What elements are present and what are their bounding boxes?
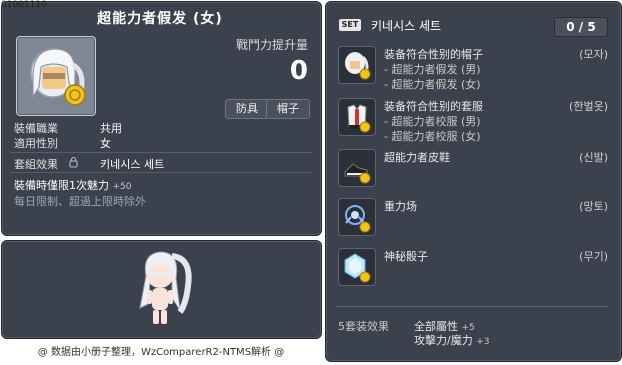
item-title: 超能力者假发 (女) [97, 11, 223, 27]
job-value: 共用 [100, 122, 122, 135]
set-name: 키네시스 세트 [371, 19, 442, 33]
set-item-name: 重力场 [384, 200, 417, 213]
divider [10, 172, 312, 173]
set-item-slot: (모자) [579, 48, 608, 61]
set-item-slot: (한벌옷) [569, 100, 608, 113]
set-item-name: 装备符合性别的套服 [384, 100, 483, 113]
set-item-name: 超能力者皮鞋 [384, 151, 450, 164]
set-effect-value[interactable]: 키네시스 세트 [100, 156, 164, 172]
set-item-slot: (신발) [579, 151, 608, 164]
gender-label: 適用性別 [14, 137, 58, 150]
set-item-overall[interactable]: 装备符合性别的套服 - 超能力者校服 (男) - 超能力者校服 (女) (한벌옷… [338, 98, 608, 148]
wig-icon [338, 46, 376, 84]
combat-power-value: 0 [289, 56, 308, 86]
wig-icon [30, 48, 86, 106]
set-item-weapon[interactable]: 神秘骰子 (무기) [338, 248, 608, 286]
set-item-name: 装备符合性别的帽子 [384, 48, 483, 61]
charm-bonus-text: 裝備時僅限1次魅力 [14, 179, 109, 192]
set-item-cape[interactable]: 重力场 (망토) [338, 198, 608, 236]
dice-icon [338, 248, 376, 286]
combat-power-label: 戰鬥力提升量 [235, 38, 308, 52]
uniform-icon [338, 98, 376, 136]
set-item-sub: - 超能力者假发 (男) [384, 63, 481, 76]
daily-limit-note: 每日限制、超過上限時除外 [14, 195, 146, 208]
set-effect-label: 套組效果 [14, 158, 58, 171]
effect-value: +3 [476, 337, 490, 347]
set-item-slot: (망토) [579, 200, 608, 213]
set-item-slot: (무기) [579, 250, 608, 263]
character-sprite [139, 251, 192, 324]
item-icon-frame [16, 36, 96, 116]
set-item-sub: - 超能力者校服 (女) [384, 130, 481, 143]
set-item-hat[interactable]: 装备符合性别的帽子 - 超能力者假发 (男) - 超能力者假发 (女) (모자) [338, 46, 608, 96]
effect-text: 攻擊力/魔力 [414, 334, 473, 347]
set-effect-count-label: 5套装效果 [338, 320, 389, 333]
set-count: 0 / 5 [554, 17, 608, 37]
avatar-preview [122, 246, 198, 335]
charm-bonus: 裝備時僅限1次魅力 +50 [14, 177, 132, 193]
credit-footer: @ 数据由小册子整理，WzComparerR2-NTMS解析 @ [37, 347, 285, 358]
tag-armor: 防具 [225, 99, 269, 119]
set-badge: SET [339, 19, 361, 31]
set-item-shoes[interactable]: 超能力者皮鞋 (신발) [338, 149, 608, 187]
cape-icon [338, 198, 376, 236]
gender-value: 女 [100, 137, 111, 150]
lock-icon [69, 157, 78, 171]
divider [336, 306, 608, 307]
set-item-sub: - 超能力者假发 (女) [384, 78, 481, 91]
set-item-sub: - 超能力者校服 (男) [384, 115, 481, 128]
divider [10, 152, 312, 153]
charm-bonus-value: +50 [112, 182, 132, 192]
job-label: 裝備職業 [14, 122, 58, 135]
shoes-icon [338, 149, 376, 187]
set-item-name: 神秘骰子 [384, 250, 428, 263]
set-effect-attack: 攻擊力/魔力 +3 [414, 332, 490, 348]
tag-hat: 帽子 [266, 99, 310, 119]
